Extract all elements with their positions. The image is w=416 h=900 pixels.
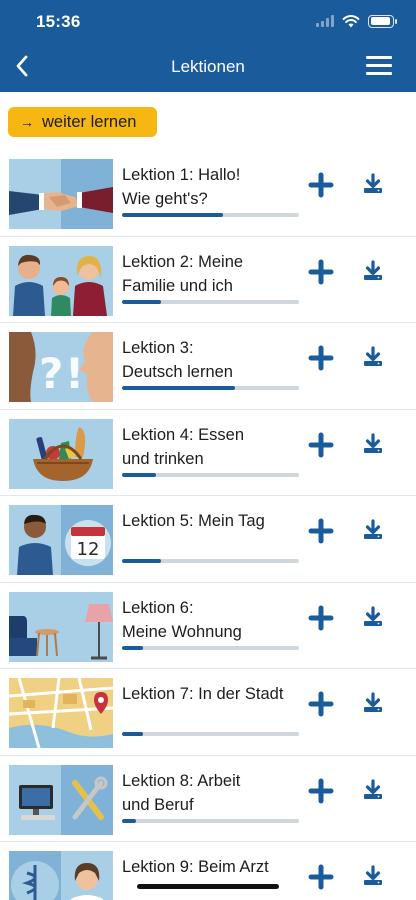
svg-text:?: ? xyxy=(39,349,63,398)
lesson-item-5[interactable]: 12 Lektion 5: Mein Tag xyxy=(0,496,416,583)
page-title: Lektionen xyxy=(171,57,245,76)
lesson-item-4[interactable]: Lektion 4: Essen und trinken xyxy=(0,410,416,496)
lesson-title: Lektion 2: Meine Familie und ich xyxy=(122,252,244,295)
lesson-thumbnail-doctor xyxy=(9,851,113,900)
download-icon[interactable] xyxy=(361,172,385,196)
lesson-progress xyxy=(122,559,299,563)
download-icon[interactable] xyxy=(361,605,385,629)
lesson-title: Lektion 8: Arbeit und Beruf xyxy=(122,771,241,814)
lesson-title: Lektion 9: Beim Arzt xyxy=(122,858,269,876)
lesson-title: Lektion 3: Deutsch lernen xyxy=(122,339,233,381)
lesson-progress-fill xyxy=(122,299,161,304)
lesson-progress-fill xyxy=(122,213,223,217)
lesson-progress-fill xyxy=(122,645,144,650)
download-icon[interactable] xyxy=(361,259,385,283)
lesson-progress-fill xyxy=(122,559,161,563)
download-icon[interactable] xyxy=(361,518,385,542)
battery-icon xyxy=(368,14,397,28)
hamburger-icon-line xyxy=(366,64,392,67)
lesson-progress xyxy=(122,732,299,736)
lesson-progress xyxy=(122,818,299,823)
lesson-thumbnail-handshake xyxy=(9,159,113,229)
lesson-item-2[interactable]: Lektion 2: Meine Familie und ich xyxy=(0,237,416,323)
lesson-thumbnail-calendar: 12 xyxy=(9,505,113,575)
add-icon[interactable] xyxy=(308,605,334,631)
lesson-thumbnail-food-basket xyxy=(9,418,113,489)
lesson-progress xyxy=(122,645,299,650)
screen: 15:36 Lektionen → weiter lernen Lektion … xyxy=(0,0,416,900)
add-icon[interactable] xyxy=(308,345,334,371)
lesson-thumbnail-city-map xyxy=(9,678,113,748)
add-icon[interactable] xyxy=(308,259,334,285)
add-icon[interactable] xyxy=(308,864,334,890)
arrow-right-icon: → xyxy=(20,114,34,130)
lesson-progress xyxy=(122,213,299,217)
download-icon[interactable] xyxy=(361,345,385,369)
lesson-progress-fill xyxy=(122,472,156,477)
lesson-thumbnail-question: ? ! xyxy=(9,332,113,402)
download-icon[interactable] xyxy=(361,864,385,888)
lesson-item-1[interactable]: Lektion 1: Hallo! Wie geht's? xyxy=(0,150,416,237)
lesson-progress-fill xyxy=(122,818,137,823)
lesson-thumbnail-work xyxy=(9,764,113,835)
add-icon[interactable] xyxy=(308,432,334,458)
lesson-thumbnail-apartment xyxy=(9,591,113,662)
lesson-title: Lektion 5: Mein Tag xyxy=(122,512,265,530)
lesson-item-6[interactable]: Lektion 6: Meine Wohnung xyxy=(0,583,416,669)
home-indicator[interactable] xyxy=(137,884,279,889)
lesson-progress-fill xyxy=(122,386,236,390)
download-icon[interactable] xyxy=(361,778,385,802)
lesson-item-8[interactable]: Lektion 8: Arbeit und Beruf xyxy=(0,756,416,842)
menu-button[interactable] xyxy=(366,56,392,76)
lesson-progress xyxy=(122,472,299,477)
download-icon[interactable] xyxy=(361,691,385,715)
lesson-progress-fill xyxy=(122,732,144,736)
svg-text:!: ! xyxy=(65,349,84,398)
hamburger-icon-line xyxy=(366,56,392,59)
lesson-progress xyxy=(122,386,299,390)
continue-learning-button[interactable]: → weiter lernen xyxy=(8,107,157,137)
lesson-item-9[interactable]: Lektion 9: Beim Arzt xyxy=(0,842,416,900)
add-icon[interactable] xyxy=(308,691,334,717)
lesson-title: Lektion 1: Hallo! Wie geht's? xyxy=(122,166,241,208)
cellular-signal-icon xyxy=(316,15,334,27)
add-icon[interactable] xyxy=(308,778,334,804)
add-icon[interactable] xyxy=(308,518,334,544)
continue-learning-label: weiter lernen xyxy=(42,112,137,131)
app-header: 15:36 Lektionen xyxy=(0,0,416,92)
lesson-item-3[interactable]: ? ! Lektion 3: Deutsch lernen xyxy=(0,323,416,410)
download-icon[interactable] xyxy=(361,432,385,456)
lesson-title: Lektion 7: In der Stadt xyxy=(122,685,284,703)
wifi-icon xyxy=(342,15,360,28)
status-time: 15:36 xyxy=(36,12,81,31)
lesson-item-7[interactable]: Lektion 7: In der Stadt xyxy=(0,669,416,756)
add-icon[interactable] xyxy=(308,172,334,198)
lesson-progress xyxy=(122,299,299,304)
lesson-title: Lektion 6: Meine Wohnung xyxy=(122,598,242,641)
lesson-list: Lektion 1: Hallo! Wie geht's? Lektion 2:… xyxy=(0,150,416,900)
status-icons xyxy=(316,14,397,28)
calendar-day-text: 12 xyxy=(77,539,100,560)
lesson-title: Lektion 4: Essen und trinken xyxy=(122,425,244,468)
lesson-thumbnail-family xyxy=(9,245,113,316)
hamburger-icon-line xyxy=(366,72,392,75)
